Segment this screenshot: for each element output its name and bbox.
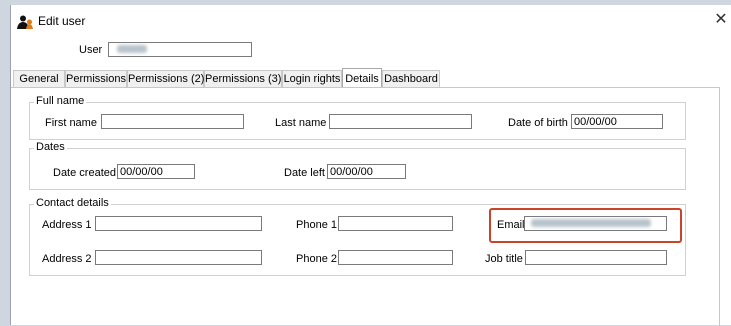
tab-general[interactable]: General <box>13 70 65 87</box>
user-label: User <box>79 44 103 56</box>
edit-user-window: Edit user ✕ User General Permissions Per… <box>10 5 731 326</box>
date-left-input[interactable] <box>327 164 406 179</box>
job-title-input[interactable] <box>525 250 667 265</box>
email-label: Email <box>497 219 525 231</box>
date-created-input[interactable] <box>117 164 195 179</box>
tab-dashboard[interactable]: Dashboard <box>382 70 440 87</box>
phone-1-label: Phone 1 <box>296 219 337 231</box>
email-value-redacted <box>531 219 651 228</box>
address-1-input[interactable] <box>95 216 262 231</box>
address-2-label: Address 2 <box>42 253 92 265</box>
title-bar: Edit user ✕ <box>11 5 731 35</box>
dates-legend: Dates <box>34 141 67 153</box>
user-field[interactable] <box>108 42 252 57</box>
phone-2-label: Phone 2 <box>296 253 337 265</box>
user-icon <box>17 15 33 29</box>
date-created-label: Date created <box>53 167 116 179</box>
tab-details[interactable]: Details <box>342 68 382 88</box>
last-name-label: Last name <box>275 117 327 129</box>
close-icon[interactable]: ✕ <box>710 9 731 31</box>
email-input[interactable] <box>524 216 667 231</box>
user-value-redacted <box>117 45 147 54</box>
contact-details-legend: Contact details <box>34 197 111 209</box>
last-name-input[interactable] <box>329 114 472 129</box>
date-of-birth-label: Date of birth <box>508 117 568 129</box>
address-2-input[interactable] <box>95 250 262 265</box>
tab-permissions-2[interactable]: Permissions (2) <box>127 70 204 87</box>
job-title-label: Job title <box>485 253 523 265</box>
first-name-input[interactable] <box>101 114 244 129</box>
date-left-label: Date left <box>284 167 325 179</box>
tab-permissions[interactable]: Permissions <box>65 70 127 87</box>
phone-1-input[interactable] <box>338 216 453 231</box>
first-name-label: First name <box>45 117 97 129</box>
tab-login-rights[interactable]: Login rights <box>282 70 342 87</box>
date-of-birth-input[interactable] <box>571 114 663 129</box>
phone-2-input[interactable] <box>338 250 453 265</box>
window-title: Edit user <box>38 14 86 28</box>
address-1-label: Address 1 <box>42 219 92 231</box>
tab-permissions-3[interactable]: Permissions (3) <box>204 70 282 87</box>
full-name-legend: Full name <box>34 95 87 107</box>
